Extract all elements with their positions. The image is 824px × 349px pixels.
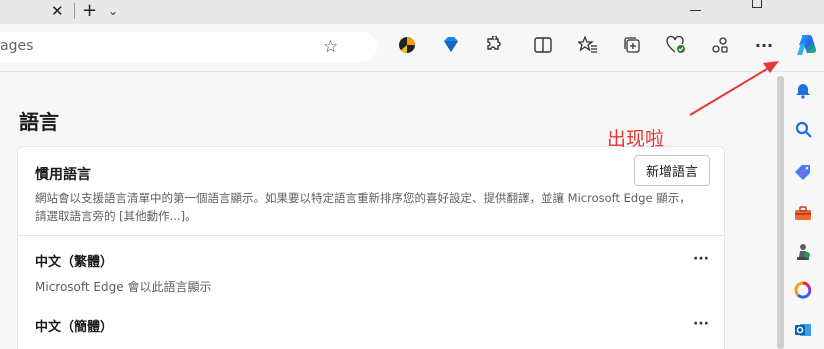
extensions-icon[interactable]: [483, 34, 505, 56]
address-text[interactable]: ages: [0, 38, 33, 54]
language-display-note: Microsoft Edge 會以此語言顯示: [35, 280, 212, 294]
copilot-icon[interactable]: [793, 32, 819, 58]
page-title: 語言: [19, 110, 59, 134]
annotation-label: 出现啦: [607, 128, 665, 150]
maximize-button[interactable]: [752, 0, 762, 8]
close-tab-icon[interactable]: ✕: [51, 2, 64, 20]
minimize-button[interactable]: [690, 10, 701, 11]
extension-diamond-icon[interactable]: [440, 34, 462, 56]
more-icon[interactable]: ···: [753, 34, 775, 56]
extension-colorful-icon[interactable]: [396, 34, 418, 56]
office-icon[interactable]: [793, 280, 813, 300]
address-bar[interactable]: ages ☆: [0, 32, 377, 62]
settings-content: 語言 慣用語言 新增語言 網站會以支援語言清單中的第一個語言顯示。如果要以特定語…: [0, 73, 777, 349]
tab-strip: ✕ + ⌄: [0, 0, 824, 24]
language-name-traditional: 中文（繁體）: [35, 255, 114, 270]
split-screen-icon[interactable]: [532, 34, 554, 56]
toolbox-icon[interactable]: [793, 203, 813, 223]
tag-icon[interactable]: [793, 162, 813, 182]
browser-toolbar: ages ☆ ···: [0, 24, 824, 72]
languages-card: 慣用語言 新增語言 網站會以支援語言清單中的第一個語言顯示。如果要以特定語言重新…: [17, 146, 725, 349]
bell-icon[interactable]: [793, 81, 813, 101]
outlook-icon[interactable]: [793, 320, 813, 340]
search-icon[interactable]: [793, 119, 813, 139]
share-icon[interactable]: [709, 34, 731, 56]
language-name-simplified: 中文（簡體）: [35, 320, 114, 335]
new-tab-button[interactable]: +: [82, 0, 97, 22]
games-icon[interactable]: [793, 242, 813, 262]
preferred-languages-heading: 慣用語言: [35, 167, 91, 183]
add-language-button[interactable]: 新增語言: [634, 155, 710, 186]
preferred-languages-description: 網站會以支援語言清單中的第一個語言顯示。如果要以特定語言重新排序您的喜好設定、提…: [35, 191, 691, 223]
collections-icon[interactable]: [621, 34, 643, 56]
favorite-star-icon[interactable]: ☆: [323, 37, 338, 57]
language-more-actions-button[interactable]: ···: [693, 316, 709, 332]
divider: [18, 235, 724, 236]
browser-essentials-icon[interactable]: [665, 34, 687, 56]
favorites-icon[interactable]: [577, 34, 599, 56]
scrollbar[interactable]: [777, 76, 784, 349]
edge-sidebar: [777, 72, 824, 349]
tab-separator: [74, 3, 75, 19]
language-more-actions-button[interactable]: ···: [693, 251, 709, 267]
tab-list-chevron-icon[interactable]: ⌄: [108, 2, 118, 20]
